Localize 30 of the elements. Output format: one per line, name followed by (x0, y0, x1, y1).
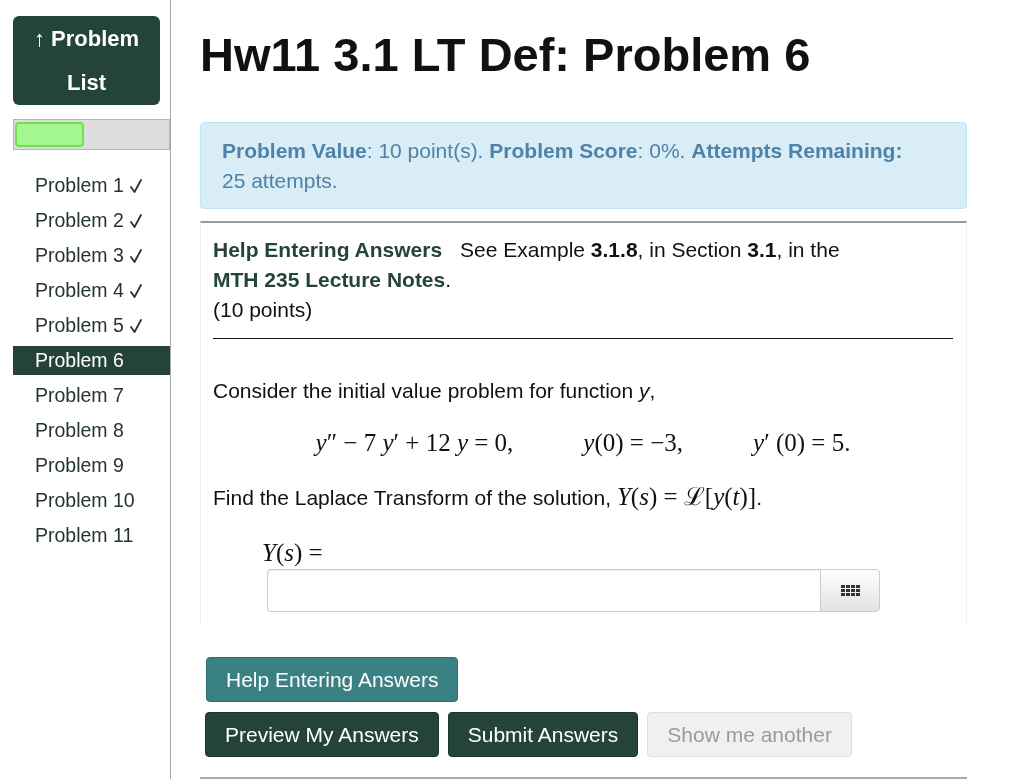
answer-label: Y(s) = (262, 538, 324, 568)
problem-link[interactable]: Problem 7 (13, 381, 170, 410)
grid-icon (840, 585, 860, 596)
lecture-notes-link[interactable]: MTH 235 Lecture Notes (213, 268, 446, 291)
problem-link[interactable]: Problem 2 (13, 206, 170, 235)
equation: y(0) = −3, (583, 428, 684, 458)
help-button[interactable]: Help Entering Answers (206, 657, 459, 702)
problem-link[interactable]: Problem 8 (13, 416, 170, 445)
equation: y″ − 7 y′ + 12 y = 0, (315, 428, 514, 458)
problem-link[interactable]: Problem 6 (13, 346, 170, 375)
problem-link[interactable]: Problem 9 (13, 451, 170, 480)
question-text: Find the Laplace Transform of the solution, Y(s) = ℒ[y(t)]. (213, 482, 763, 513)
problem-link[interactable]: Problem 5 (13, 311, 170, 340)
problem-link[interactable]: Problem 10 (13, 486, 170, 515)
problem-link[interactable]: Problem 11 (13, 521, 170, 550)
page-title: Hw11 3.1 LT Def: Problem 6 (200, 31, 812, 79)
problem-link[interactable]: Problem 3 (13, 241, 170, 270)
problem-link[interactable]: Problem 1 (13, 171, 170, 200)
problem-statement: Consider the initial value problem for function y, (213, 378, 657, 404)
help-link[interactable]: Help Entering Answers (213, 238, 443, 261)
points-text: (10 points) (213, 297, 314, 323)
equation: y′ (0) = 5. (753, 428, 851, 458)
action-button[interactable]: Preview My Answers (205, 712, 439, 757)
problem-info-alert: Problem Value: 10 point(s). Problem Score: 0%. Attempts Remaining: 25 attempts. (200, 122, 967, 209)
problem-header-note: Help Entering Answers See Example 3.1.8, in Section 3.1, in the MTH 235 Lecture Notes. (213, 237, 841, 293)
action-button[interactable]: Submit Answers (447, 712, 639, 757)
equation-editor-button[interactable] (820, 569, 880, 612)
problem-list-button[interactable]: ↑ Problem List (13, 16, 160, 105)
problem-link[interactable]: Problem 4 (13, 276, 170, 305)
answer-field[interactable] (267, 569, 820, 612)
